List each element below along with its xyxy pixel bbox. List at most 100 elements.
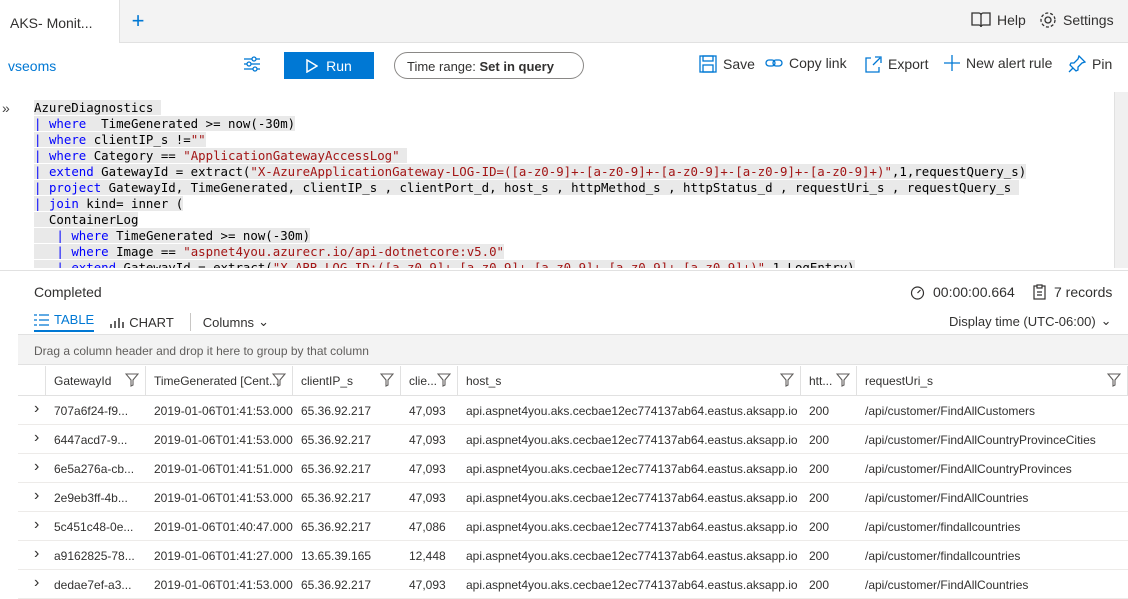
help-button[interactable]: Help bbox=[971, 11, 1026, 29]
pin-label: Pin bbox=[1092, 56, 1113, 72]
table-cell: api.aspnet4you.aks.cecbae12ec774137ab64.… bbox=[466, 433, 798, 447]
column-header[interactable]: TimeGenerated [Cent... bbox=[146, 366, 293, 395]
results-divider[interactable] bbox=[0, 270, 1128, 271]
table-row[interactable]: › 2e9eb3ff-4b... 2019-01-06T01:41:53.000 65… bbox=[18, 483, 1128, 512]
table-cell: /api/customer/findallcountries bbox=[865, 520, 1021, 534]
chevron-right-icon[interactable]: › bbox=[34, 487, 39, 505]
columns-dropdown[interactable]: Columns ⌄ bbox=[203, 314, 269, 330]
chevron-right-icon[interactable]: › bbox=[34, 400, 39, 418]
expand-column-header bbox=[18, 366, 46, 395]
copy-link-button[interactable]: Copy link bbox=[765, 55, 847, 71]
filter-icon[interactable] bbox=[380, 373, 394, 387]
table-cell: 200 bbox=[809, 491, 830, 505]
query-status: Completed bbox=[34, 284, 102, 300]
column-header[interactable]: requestUri_s bbox=[857, 366, 1128, 395]
table-cell: 200 bbox=[809, 520, 830, 534]
copy-link-label: Copy link bbox=[789, 55, 847, 71]
gear-icon bbox=[1040, 12, 1056, 28]
query-editor[interactable]: AzureDiagnostics | where TimeGenerated >… bbox=[22, 92, 1114, 268]
query-line[interactable]: ContainerLog bbox=[34, 212, 1026, 228]
table-row[interactable]: › 6447acd7-9... 2019-01-06T01:41:53.000 65.… bbox=[18, 425, 1128, 454]
table-cell: /api/customer/FindAllCustomers bbox=[865, 404, 1036, 418]
query-text[interactable]: AzureDiagnostics | where TimeGenerated >… bbox=[34, 100, 1027, 268]
column-header[interactable]: clie... bbox=[401, 366, 458, 395]
query-line[interactable]: | extend GatewayId = extract("X-ARR-LOG-… bbox=[34, 260, 1026, 268]
time-range-value: Set in query bbox=[479, 59, 554, 74]
chevron-right-icon[interactable]: › bbox=[34, 574, 39, 592]
filter-icon[interactable] bbox=[780, 373, 794, 387]
query-toolbar: vseoms Run Time range: Set in query Save… bbox=[0, 43, 1128, 89]
export-icon bbox=[865, 56, 882, 73]
table-cell: 2019-01-06T01:41:53.000 bbox=[154, 578, 293, 592]
table-cell: api.aspnet4you.aks.cecbae12ec774137ab64.… bbox=[466, 404, 798, 418]
table-cell: 6e5a276a-cb... bbox=[54, 462, 135, 476]
table-cell: 47,093 bbox=[409, 462, 446, 476]
table-cell: 13.65.39.165 bbox=[301, 549, 372, 563]
filter-icon[interactable] bbox=[1107, 373, 1121, 387]
workspace-selector[interactable]: vseoms bbox=[8, 58, 56, 74]
table-cell: 65.36.92.217 bbox=[301, 433, 372, 447]
query-line[interactable]: | where Category == "ApplicationGatewayA… bbox=[34, 148, 1026, 164]
result-view-tabs: TABLE CHART Columns ⌄ bbox=[34, 312, 269, 332]
query-line[interactable]: | where TimeGenerated >= now(-30m) bbox=[34, 116, 1026, 132]
query-duration: 00:00:00.664 bbox=[910, 284, 1015, 300]
query-line[interactable]: AzureDiagnostics bbox=[34, 100, 1026, 116]
tab-table[interactable]: TABLE bbox=[34, 312, 95, 332]
chevron-right-icon[interactable]: › bbox=[34, 429, 39, 447]
column-header[interactable]: htt... bbox=[801, 366, 857, 395]
run-button[interactable]: Run bbox=[284, 52, 374, 79]
chevron-right-icon[interactable]: › bbox=[34, 545, 39, 563]
filter-icon[interactable] bbox=[437, 373, 451, 387]
run-label: Run bbox=[326, 57, 352, 74]
chevron-right-icon[interactable]: › bbox=[34, 516, 39, 534]
export-button[interactable]: Export bbox=[864, 55, 928, 73]
group-by-drop-zone[interactable]: Drag a column header and drop it here to… bbox=[18, 334, 1128, 365]
bar-chart-icon bbox=[110, 318, 124, 328]
chevron-down-icon: ⌄ bbox=[1100, 313, 1112, 328]
pin-button[interactable]: Pin bbox=[1068, 55, 1112, 73]
column-header[interactable]: GatewayId bbox=[46, 366, 146, 395]
toolbar-separator bbox=[189, 313, 191, 331]
table-cell: 2019-01-06T01:41:53.000 bbox=[154, 404, 293, 418]
table-cell: 2019-01-06T01:41:53.000 bbox=[154, 491, 293, 505]
tab-aks-monitoring[interactable]: AKS- Monit... bbox=[0, 0, 120, 43]
table-row[interactable]: › 5c451c48-0e... 2019-01-06T01:40:47.000 65… bbox=[18, 512, 1128, 541]
filter-icon[interactable] bbox=[836, 373, 850, 387]
filter-settings-icon[interactable] bbox=[243, 55, 261, 73]
table-row[interactable]: › 707a6f24-f9... 2019-01-06T01:41:53.000 65… bbox=[18, 396, 1128, 425]
query-line[interactable]: | where Image == "aspnet4you.azurecr.io/… bbox=[34, 244, 1026, 260]
expand-schema-icon[interactable]: » bbox=[2, 100, 10, 116]
save-button[interactable]: Save bbox=[699, 55, 755, 73]
table-cell: api.aspnet4you.aks.cecbae12ec774137ab64.… bbox=[466, 520, 798, 534]
table-icon bbox=[34, 313, 49, 326]
time-range-picker[interactable]: Time range: Set in query bbox=[394, 52, 584, 79]
duration-value: 00:00:00.664 bbox=[933, 284, 1015, 300]
table-cell: 200 bbox=[809, 549, 830, 563]
column-header[interactable]: host_s bbox=[458, 366, 801, 395]
table-cell: 2019-01-06T01:41:53.000 bbox=[154, 433, 293, 447]
filter-icon[interactable] bbox=[272, 373, 286, 387]
settings-button[interactable]: Settings bbox=[1039, 11, 1114, 29]
table-row[interactable]: › a9162825-78... 2019-01-06T01:41:27.000 13… bbox=[18, 541, 1128, 570]
display-time-dropdown[interactable]: Display time (UTC-06:00) ⌄ bbox=[949, 313, 1112, 329]
table-cell: api.aspnet4you.aks.cecbae12ec774137ab64.… bbox=[466, 491, 798, 505]
filter-icon[interactable] bbox=[125, 373, 139, 387]
table-cell: /api/customer/FindAllCountryProvinces bbox=[865, 462, 1072, 476]
table-row[interactable]: › dedae7ef-a3... 2019-01-06T01:41:53.000 65… bbox=[18, 570, 1128, 599]
query-line[interactable]: | extend GatewayId = extract("X-AzureApp… bbox=[34, 164, 1027, 180]
query-line[interactable]: | where clientIP_s !="" bbox=[34, 132, 1026, 148]
column-header[interactable]: clientIP_s bbox=[293, 366, 401, 395]
new-tab-plus-icon[interactable]: + bbox=[127, 8, 149, 34]
tab-chart[interactable]: CHART bbox=[110, 315, 174, 330]
editor-scrollbar[interactable] bbox=[1114, 92, 1128, 268]
table-row[interactable]: › 6e5a276a-cb... 2019-01-06T01:41:51.000 65… bbox=[18, 454, 1128, 483]
new-alert-rule-button[interactable]: New alert rule bbox=[944, 55, 1052, 71]
chevron-right-icon[interactable]: › bbox=[34, 458, 39, 476]
table-cell: 65.36.92.217 bbox=[301, 404, 372, 418]
query-line[interactable]: | join kind= inner ( bbox=[34, 196, 1026, 212]
query-line[interactable]: | where TimeGenerated >= now(-30m) bbox=[34, 228, 1026, 244]
plus-icon bbox=[944, 55, 960, 71]
table-cell: 65.36.92.217 bbox=[301, 520, 372, 534]
query-line[interactable]: | project GatewayId, TimeGenerated, clie… bbox=[34, 180, 1026, 196]
table-cell: 2e9eb3ff-4b... bbox=[54, 491, 128, 505]
